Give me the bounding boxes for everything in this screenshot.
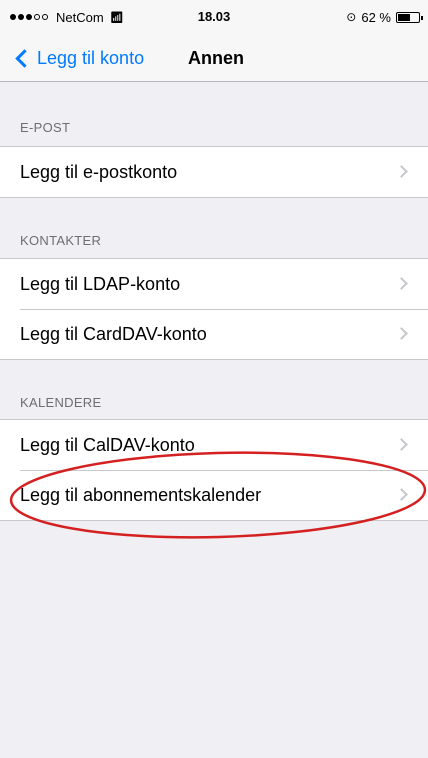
chevron-right-icon xyxy=(395,277,408,290)
chevron-right-icon xyxy=(395,165,408,178)
battery-icon xyxy=(396,11,423,23)
page-title: Annen xyxy=(188,48,244,68)
chevron-right-icon xyxy=(395,327,408,340)
row-add-carddav-account[interactable]: Legg til CardDAV-konto xyxy=(0,309,428,359)
row-add-subscribed-calendar[interactable]: Legg til abonnementskalender xyxy=(0,470,428,520)
row-add-caldav-account[interactable]: Legg til CalDAV-konto xyxy=(0,420,428,470)
chevron-right-icon xyxy=(395,488,408,501)
chevron-right-icon xyxy=(395,438,408,451)
group-kontakter: Legg til LDAP-konto Legg til CardDAV-kon… xyxy=(0,258,428,360)
back-button[interactable]: Legg til konto xyxy=(14,34,144,82)
group-kalendere: Legg til CalDAV-konto Legg til abonnemen… xyxy=(0,419,428,521)
row-label: Legg til LDAP-konto xyxy=(20,273,181,294)
section-header-epost: E-POST xyxy=(20,120,71,135)
battery-percent: 62 % xyxy=(361,9,391,25)
navigation-bar: Legg til konto Annen xyxy=(0,34,428,82)
status-bar: NetCom 📶︎ 18.03 ⊙ 62 % xyxy=(0,0,428,34)
row-label: Legg til e-postkonto xyxy=(20,161,178,182)
group-epost: Legg til e-postkonto xyxy=(0,146,428,198)
orientation-lock-icon: ⊙ xyxy=(346,10,357,24)
row-label: Legg til CalDAV-konto xyxy=(20,434,195,455)
chevron-left-icon xyxy=(15,48,34,68)
battery-level xyxy=(398,13,411,21)
row-label: Legg til abonnementskalender xyxy=(20,484,262,505)
status-bar-right: ⊙ 62 % xyxy=(346,0,423,34)
back-button-label: Legg til konto xyxy=(37,47,145,68)
section-header-kontakter: KONTAKTER xyxy=(20,233,102,248)
row-add-ldap-account[interactable]: Legg til LDAP-konto xyxy=(0,259,428,309)
row-add-email-account[interactable]: Legg til e-postkonto xyxy=(0,147,428,197)
section-header-kalendere: KALENDERE xyxy=(20,395,102,410)
row-label: Legg til CardDAV-konto xyxy=(20,323,207,344)
